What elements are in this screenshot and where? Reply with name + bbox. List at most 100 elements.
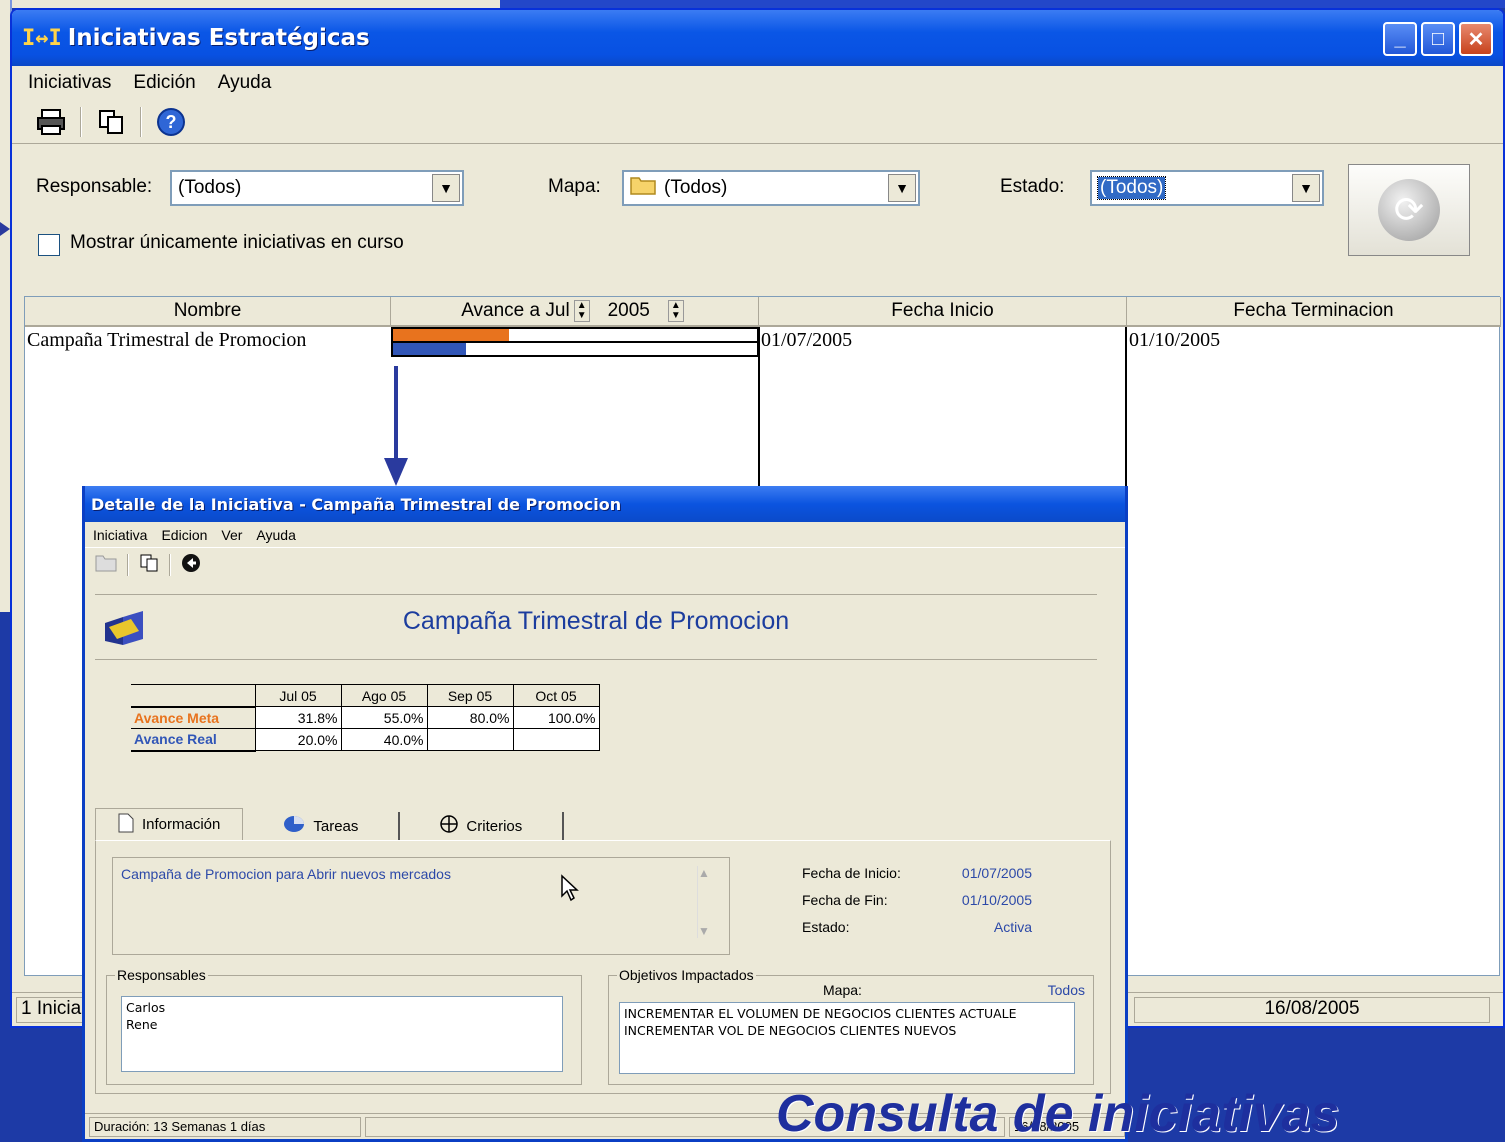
list-item[interactable]: INCREMENTAR VOL DE NEGOCIOS CLIENTES NUE… — [624, 1022, 1070, 1039]
list-item[interactable]: INCREMENTAR EL VOLUMEN DE NEGOCIOS CLIEN… — [624, 1005, 1070, 1022]
objetivos-list[interactable]: INCREMENTAR EL VOLUMEN DE NEGOCIOS CLIEN… — [619, 1002, 1075, 1074]
avance-meta-label: Avance Meta — [131, 706, 256, 729]
app-icon: I↔I — [22, 25, 62, 51]
help-icon[interactable]: ? — [154, 105, 188, 139]
real-cell: 20.0% — [254, 728, 342, 751]
detail-window: Detalle de la Iniciativa - Campaña Trime… — [82, 486, 1128, 1142]
avance-year: 2005 — [607, 300, 650, 321]
estado-select[interactable]: (Todos) ▼ — [1090, 170, 1324, 206]
toolbar: ? — [12, 100, 1503, 144]
row-fecha-inicio[interactable]: 01/07/2005 — [761, 329, 852, 352]
maximize-button[interactable]: □ — [1421, 22, 1455, 56]
column-divider — [1125, 327, 1127, 489]
tab-tareas[interactable]: Tareas — [243, 812, 401, 840]
title-bar[interactable]: I↔I Iniciativas Estratégicas _ □ ✕ — [12, 10, 1503, 66]
copy-icon[interactable] — [94, 105, 128, 139]
estado-detail-value: Activa — [993, 919, 1032, 935]
menu-ayuda-detail[interactable]: Ayuda — [256, 527, 295, 543]
status-date: 16/08/2005 — [1134, 997, 1490, 1023]
refresh-icon: ⟳ — [1378, 179, 1440, 241]
table-corner — [131, 684, 255, 708]
scroll-down-icon[interactable]: ▼ — [698, 924, 719, 938]
back-icon[interactable] — [181, 553, 201, 578]
row-nombre[interactable]: Campaña Trimestral de Promocion — [27, 329, 306, 352]
folder-icon — [630, 175, 656, 201]
fecha-fin-label: Fecha de Fin: — [802, 892, 888, 908]
slide-caption: Consulta de iniciativas — [776, 1085, 1340, 1142]
menu-ver[interactable]: Ver — [221, 527, 242, 543]
copy-icon[interactable] — [139, 553, 159, 578]
detail-title-bar[interactable]: Detalle de la Iniciativa - Campaña Trime… — [85, 486, 1125, 522]
list-item[interactable]: Rene — [126, 1016, 558, 1033]
only-current-label: Mostrar únicamente iniciativas en curso — [70, 232, 404, 253]
column-header-avance[interactable]: Avance a Jul ▲ ▼ 2005 ▲ ▼ — [391, 297, 759, 327]
detail-menu-bar: Iniciativa Edicion Ver Ayuda — [85, 522, 1125, 548]
only-current-checkbox[interactable] — [38, 234, 60, 256]
meta-cell: 100.0% — [512, 706, 600, 729]
meta-cell: 80.0% — [426, 706, 514, 729]
desktop-background — [500, 0, 1505, 8]
column-header-fecha-inicio[interactable]: Fecha Inicio — [759, 297, 1127, 327]
month-header: Jul 05 — [254, 684, 342, 707]
mapa-label: Mapa: — [548, 176, 601, 197]
mapa-value: (Todos) — [664, 177, 728, 198]
column-header-fecha-fin[interactable]: Fecha Terminacion — [1127, 297, 1501, 327]
menu-edicion[interactable]: Edición — [133, 72, 195, 94]
chevron-down-icon[interactable]: ▼ — [1292, 174, 1320, 202]
detail-header: Campaña Trimestral de Promocion — [95, 594, 1097, 660]
close-button[interactable]: ✕ — [1459, 22, 1493, 56]
meta-cell: 31.8% — [254, 706, 342, 729]
real-cell — [512, 728, 600, 751]
real-cell: 40.0% — [340, 728, 428, 751]
open-folder-icon[interactable] — [95, 554, 117, 577]
responsables-group: Responsables Carlos Rene — [106, 967, 582, 1085]
description-text: Campaña de Promocion para Abrir nuevos m… — [121, 866, 451, 882]
responsables-title: Responsables — [115, 967, 208, 983]
tab-criterios[interactable]: Criterios — [400, 812, 565, 840]
scroll-up-icon[interactable]: ▲ — [698, 866, 719, 880]
avance-real-label: Avance Real — [131, 728, 256, 752]
month-header: Ago 05 — [340, 684, 428, 707]
document-icon — [118, 813, 134, 837]
month-header: Sep 05 — [426, 684, 514, 707]
print-icon[interactable] — [34, 105, 68, 139]
arrow-pointer-icon — [0, 222, 10, 236]
refresh-button[interactable]: ⟳ — [1348, 164, 1470, 256]
chevron-down-icon[interactable]: ▼ — [432, 174, 460, 202]
responsables-list[interactable]: Carlos Rene — [121, 996, 563, 1072]
menu-edicion-detail[interactable]: Edicion — [161, 527, 207, 543]
tab-label: Criterios — [466, 817, 523, 835]
tab-label: Información — [142, 816, 221, 833]
detail-toolbar — [85, 548, 1125, 582]
menu-bar: Iniciativas Edición Ayuda — [12, 66, 1503, 100]
column-header-nombre[interactable]: Nombre — [25, 297, 391, 327]
menu-iniciativa[interactable]: Iniciativa — [93, 527, 147, 543]
month-header: Oct 05 — [512, 684, 600, 707]
toolbar-separator — [80, 106, 82, 137]
year-spinner[interactable]: ▲ ▼ — [667, 300, 684, 322]
detail-tabs: Información Tareas Criterios — [95, 808, 565, 840]
mapa-select[interactable]: (Todos) ▼ — [622, 170, 920, 206]
menu-ayuda[interactable]: Ayuda — [218, 72, 272, 94]
row-fecha-fin[interactable]: 01/10/2005 — [1129, 329, 1220, 352]
responsable-select[interactable]: (Todos) ▼ — [170, 170, 464, 206]
avance-label: Avance a — [461, 300, 541, 321]
arrow-connector — [394, 366, 398, 462]
description-scrollbar[interactable]: ▲ ▼ — [697, 866, 719, 938]
toolbar-separator — [169, 554, 171, 576]
informacion-panel: Campaña de Promocion para Abrir nuevos m… — [95, 840, 1111, 1094]
description-box[interactable]: Campaña de Promocion para Abrir nuevos m… — [112, 857, 730, 955]
tab-informacion[interactable]: Información — [95, 808, 244, 840]
list-item[interactable]: Carlos — [126, 999, 558, 1016]
month-spinner[interactable]: ▲ ▼ — [573, 300, 590, 322]
objetivos-mapa-value[interactable]: Todos — [1048, 982, 1085, 998]
fecha-inicio-value: 01/07/2005 — [961, 865, 1032, 881]
minimize-button[interactable]: _ — [1383, 22, 1417, 56]
chevron-down-icon[interactable]: ▼ — [888, 174, 916, 202]
menu-iniciativas[interactable]: Iniciativas — [28, 72, 111, 94]
estado-value: (Todos) — [1096, 176, 1167, 200]
real-cell — [426, 728, 514, 751]
objetivos-title: Objetivos Impactados — [617, 967, 756, 983]
avance-real-bar — [393, 343, 466, 355]
background-window-edge — [0, 0, 500, 8]
